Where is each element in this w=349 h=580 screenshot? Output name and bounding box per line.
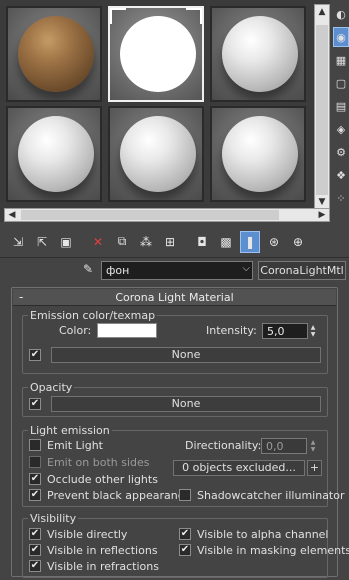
add-exclude-button[interactable]: + xyxy=(307,460,322,476)
material-sphere-preview xyxy=(120,16,196,92)
select-by-material-icon[interactable]: ❖ xyxy=(333,165,349,185)
reset-map-icon[interactable]: ✕ xyxy=(88,231,108,253)
rollout-title: Corona Light Material xyxy=(115,291,234,304)
scrollbar-thumb[interactable] xyxy=(21,210,279,220)
material-sphere-preview xyxy=(222,116,298,192)
put-to-library-icon[interactable]: ⊞ xyxy=(160,231,180,253)
emission-map-checkbox[interactable]: ✔ xyxy=(29,349,41,361)
emit-light-label: Emit Light xyxy=(47,439,103,452)
light-emission-group: Light emission ✔ Emit Light Directionali… xyxy=(22,424,345,507)
visible-directly-checkbox[interactable]: ✔ xyxy=(29,528,41,540)
visibility-group-title: Visibility xyxy=(28,512,79,525)
pick-material-eyedropper-icon[interactable]: ✎ xyxy=(80,262,96,280)
rollout-header[interactable]: - Corona Light Material xyxy=(13,289,336,306)
material-editor-toolbar: ⇲ ⇱ ▣ ✕ ⧉ ⁂ ⊞ ◘ ▩ ❚ ⊛ ⊕ xyxy=(0,226,349,258)
scrollbar-thumb[interactable] xyxy=(316,25,328,195)
visible-masking-label: Visible in masking elements xyxy=(197,544,349,557)
visible-refractions-checkbox[interactable]: ✔ xyxy=(29,560,41,572)
directionality-label: Directionality: xyxy=(185,439,262,452)
sample-slots-panel: ▲ ▼ ◀ ▶ xyxy=(0,0,330,222)
emission-group-title: Emission color/texmap xyxy=(28,309,158,322)
intensity-label: Intensity: xyxy=(206,324,257,337)
directionality-spinner[interactable]: ▲ ▼ xyxy=(308,439,318,453)
show-shaded-material-icon[interactable]: ▩ xyxy=(216,231,236,253)
scroll-up-icon[interactable]: ▲ xyxy=(315,5,329,19)
material-sphere-preview xyxy=(18,116,94,192)
occlude-other-lights-checkbox[interactable]: ✔ xyxy=(29,473,41,485)
directionality-input[interactable]: 0,0 xyxy=(261,438,307,454)
visible-reflections-checkbox[interactable]: ✔ xyxy=(29,544,41,556)
go-forward-sibling-icon[interactable]: ⊕ xyxy=(288,231,308,253)
slots-horizontal-scrollbar[interactable]: ◀ ▶ xyxy=(4,208,330,222)
assign-to-selection-icon[interactable]: ▣ xyxy=(56,231,76,253)
make-unique-icon[interactable]: ⁂ xyxy=(136,231,156,253)
opacity-group-title: Opacity xyxy=(28,381,75,394)
prevent-black-checkbox[interactable]: ✔ xyxy=(29,489,41,501)
opacity-texmap-button[interactable]: None xyxy=(51,396,321,412)
material-sphere-preview xyxy=(222,16,298,92)
sample-slot-2-active[interactable] xyxy=(108,6,204,102)
intensity-input[interactable]: 5,0 xyxy=(262,323,308,339)
material-name-field[interactable]: фон ⌵ xyxy=(101,261,253,280)
light-emission-group-title: Light emission xyxy=(28,424,112,437)
sample-slot-3[interactable] xyxy=(210,6,306,102)
visible-directly-label: Visible directly xyxy=(47,528,128,541)
chevron-down-icon[interactable]: ⌵ xyxy=(242,263,250,274)
scroll-down-icon[interactable]: ▼ xyxy=(315,195,329,209)
opacity-group: Opacity ✔ None xyxy=(22,381,328,417)
visible-reflections-label: Visible in reflections xyxy=(47,544,158,557)
material-type-button[interactable]: CoronaLightMtl xyxy=(258,261,346,280)
visible-masking-checkbox[interactable]: ✔ xyxy=(179,544,191,556)
material-id-channel-icon[interactable]: ◘ xyxy=(192,231,212,253)
material-name-row: ✎ фон ⌵ CoronaLightMtl xyxy=(0,260,349,282)
visibility-group: Visibility ✔ Visible directly ✔ Visible … xyxy=(22,512,349,578)
sample-uv-icon[interactable]: ▢ xyxy=(333,73,349,93)
sample-slot-4[interactable] xyxy=(6,106,102,202)
color-label: Color: xyxy=(59,324,92,337)
scroll-left-icon[interactable]: ◀ xyxy=(5,209,19,221)
visible-refractions-label: Visible in refractions xyxy=(47,560,159,573)
make-preview-icon[interactable]: ◈ xyxy=(333,119,349,139)
visible-alpha-label: Visible to alpha channel xyxy=(197,528,329,541)
excluded-objects-button[interactable]: 0 objects excluded... xyxy=(173,460,305,476)
shadowcatcher-label: Shadowcatcher illuminator xyxy=(197,489,345,502)
sample-type-icon[interactable]: ◐ xyxy=(333,4,349,24)
get-material-icon[interactable]: ⇲ xyxy=(8,231,28,253)
opacity-map-checkbox[interactable]: ✔ xyxy=(29,398,41,410)
visible-alpha-checkbox[interactable]: ✔ xyxy=(179,528,191,540)
occlude-other-lights-label: Occlude other lights xyxy=(47,473,158,486)
material-sphere-preview xyxy=(18,16,94,92)
sample-slot-6[interactable] xyxy=(210,106,306,202)
go-to-parent-icon[interactable]: ⊛ xyxy=(264,231,284,253)
backlight-icon[interactable]: ◉ xyxy=(333,27,349,47)
emission-texmap-button[interactable]: None xyxy=(51,347,321,363)
scroll-right-icon[interactable]: ▶ xyxy=(315,209,329,221)
background-icon[interactable]: ▦ xyxy=(333,50,349,70)
material-map-navigator-icon[interactable]: ⁘ xyxy=(333,188,349,208)
slots-vertical-scrollbar[interactable]: ▲ ▼ xyxy=(314,4,330,210)
side-toolbar: ◐ ◉ ▦ ▢ ▤ ◈ ⚙ ❖ ⁘ xyxy=(333,4,349,211)
sample-slot-1[interactable] xyxy=(6,6,102,102)
show-end-result-icon[interactable]: ❚ xyxy=(240,230,260,253)
intensity-spinner[interactable]: ▲ ▼ xyxy=(308,324,318,338)
prevent-black-label: Prevent black appearance xyxy=(47,489,191,502)
sample-slot-5[interactable] xyxy=(108,106,204,202)
emit-both-sides-checkbox[interactable]: ✔ xyxy=(29,456,41,468)
options-icon[interactable]: ⚙ xyxy=(333,142,349,162)
emission-color-swatch[interactable] xyxy=(97,323,157,338)
emit-light-checkbox[interactable]: ✔ xyxy=(29,439,41,451)
put-to-scene-icon[interactable]: ⇱ xyxy=(32,231,52,253)
video-color-check-icon[interactable]: ▤ xyxy=(333,96,349,116)
shadowcatcher-checkbox[interactable]: ✔ xyxy=(179,489,191,501)
emission-group: Emission color/texmap Color: Intensity: … xyxy=(22,309,328,374)
emit-both-sides-label: Emit on both sides xyxy=(47,456,150,469)
material-name-value: фон xyxy=(106,264,130,277)
material-sphere-preview xyxy=(120,116,196,192)
copy-material-icon[interactable]: ⧉ xyxy=(112,231,132,253)
